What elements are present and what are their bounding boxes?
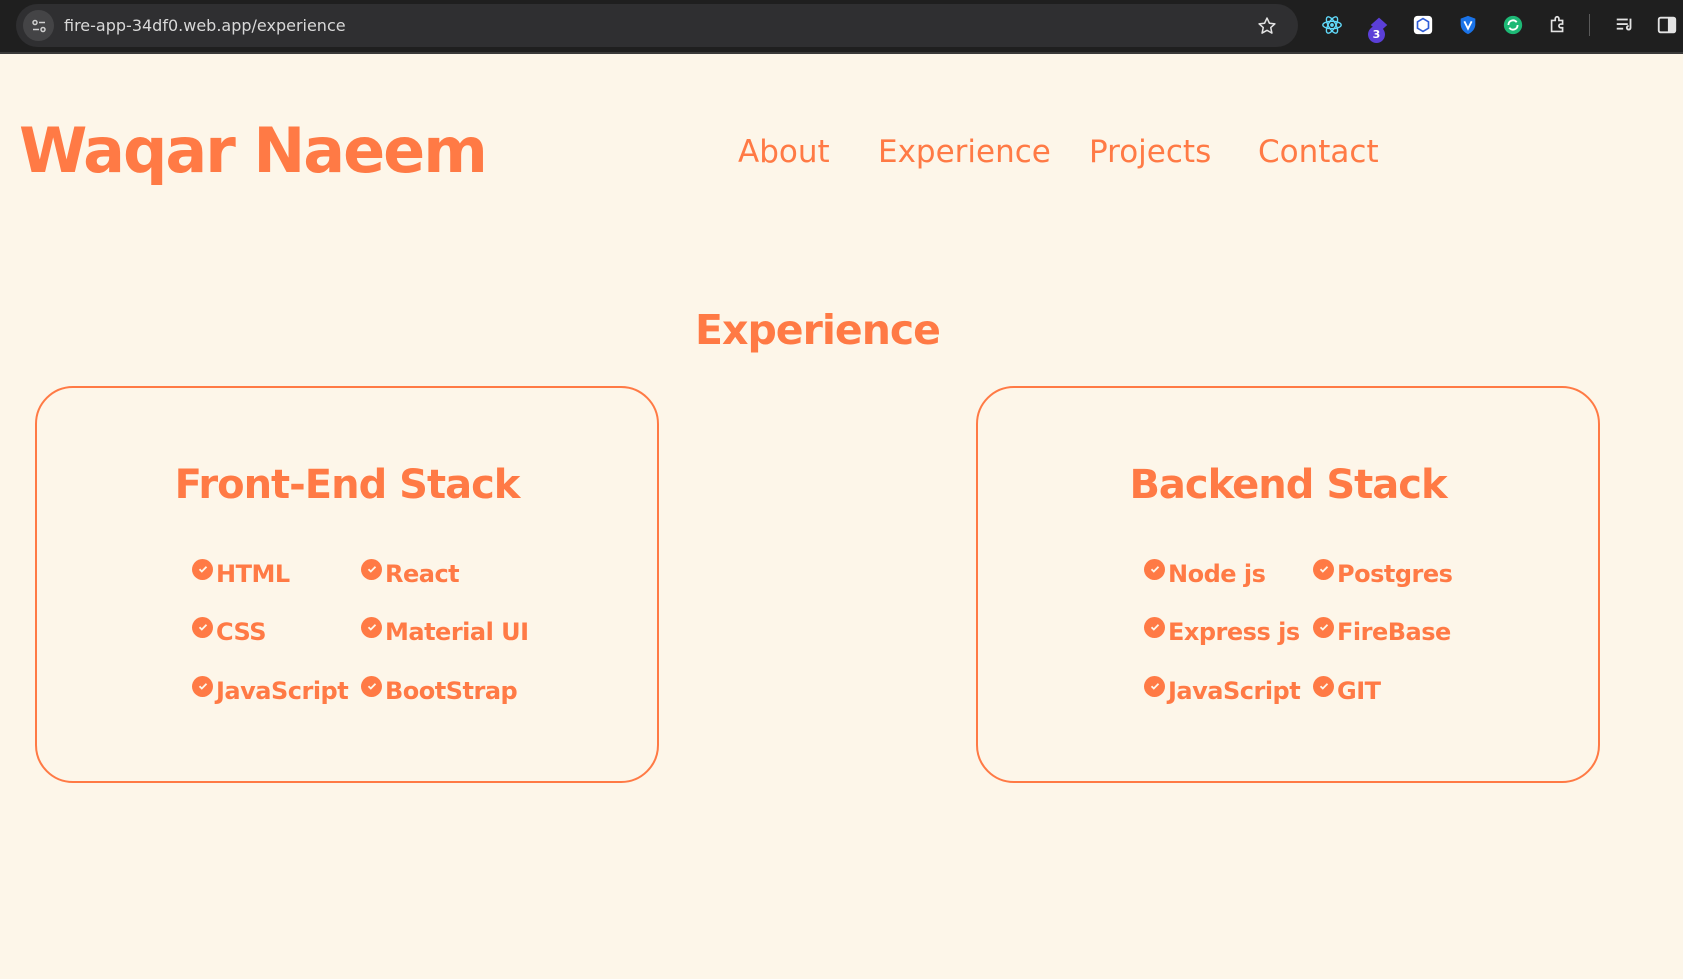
skill-item: JavaScript — [1144, 675, 1301, 705]
check-badge-icon — [1313, 616, 1334, 638]
page-content: Waqar Naeem About Experience Projects Co… — [0, 54, 1683, 979]
skill-item: GIT — [1313, 675, 1381, 705]
box-extension-icon[interactable] — [1410, 12, 1436, 38]
nav-link-contact[interactable]: Contact — [1258, 134, 1379, 170]
nav-link-experience[interactable]: Experience — [878, 134, 1051, 170]
card-title: Backend Stack — [1129, 462, 1447, 508]
skill-item: FireBase — [1313, 616, 1451, 646]
skill-label: Node js — [1168, 560, 1266, 588]
check-badge-icon — [1313, 558, 1334, 580]
skill-item: CSS — [192, 616, 267, 646]
check-badge-icon — [192, 616, 213, 638]
brand-logo-text[interactable]: Waqar Naeem — [19, 120, 488, 182]
media-queue-icon[interactable] — [1612, 12, 1638, 38]
site-info-icon[interactable] — [23, 10, 54, 41]
skill-label: Postgres — [1337, 560, 1453, 588]
front-end-stack-card: Front-End Stack HTML React CSS Material … — [35, 386, 659, 783]
extension-badge: 3 — [1368, 26, 1385, 43]
nav-link-about[interactable]: About — [738, 134, 830, 170]
browser-toolbar: fire-app-34df0.web.app/experience 3 — [0, 0, 1683, 54]
skill-item: Postgres — [1313, 558, 1453, 588]
skill-item: Material UI — [361, 616, 529, 646]
skill-label: FireBase — [1337, 618, 1451, 646]
skill-label: HTML — [216, 560, 290, 588]
check-badge-icon — [361, 616, 382, 638]
toolbar-divider — [1589, 14, 1590, 36]
react-devtools-extension-icon[interactable] — [1319, 12, 1345, 38]
check-badge-icon — [192, 675, 213, 697]
skill-item: HTML — [192, 558, 290, 588]
skill-label: BootStrap — [385, 677, 518, 705]
check-badge-icon — [1144, 675, 1165, 697]
check-badge-icon — [361, 558, 382, 580]
nav-link-projects[interactable]: Projects — [1089, 134, 1211, 170]
check-badge-icon — [1144, 616, 1165, 638]
skill-label: Express js — [1168, 618, 1300, 646]
skill-item: JavaScript — [192, 675, 349, 705]
skill-label: GIT — [1337, 677, 1381, 705]
backend-stack-card: Backend Stack Node js Postgres Express j… — [976, 386, 1600, 783]
skill-item: Express js — [1144, 616, 1300, 646]
skill-label: React — [385, 560, 460, 588]
check-badge-icon — [1313, 675, 1334, 697]
check-badge-icon — [1144, 558, 1165, 580]
skill-label: JavaScript — [216, 677, 349, 705]
experience-section-title: Experience — [695, 306, 941, 354]
address-bar[interactable]: fire-app-34df0.web.app/experience — [16, 4, 1298, 47]
check-badge-icon — [361, 675, 382, 697]
skill-item: React — [361, 558, 460, 588]
bookmark-star-icon[interactable] — [1256, 15, 1278, 37]
skill-label: CSS — [216, 618, 267, 646]
puzzle-extensions-icon[interactable] — [1545, 12, 1571, 38]
shield-extension-icon[interactable] — [1455, 12, 1481, 38]
card-title: Front-End Stack — [174, 462, 521, 508]
skill-item: BootStrap — [361, 675, 518, 705]
skill-label: Material UI — [385, 618, 529, 646]
check-badge-icon — [192, 558, 213, 580]
url-text[interactable]: fire-app-34df0.web.app/experience — [64, 4, 346, 47]
skill-label: JavaScript — [1168, 677, 1301, 705]
green-sync-extension-icon[interactable] — [1500, 12, 1526, 38]
side-panel-icon[interactable] — [1654, 12, 1680, 38]
skill-item: Node js — [1144, 558, 1266, 588]
